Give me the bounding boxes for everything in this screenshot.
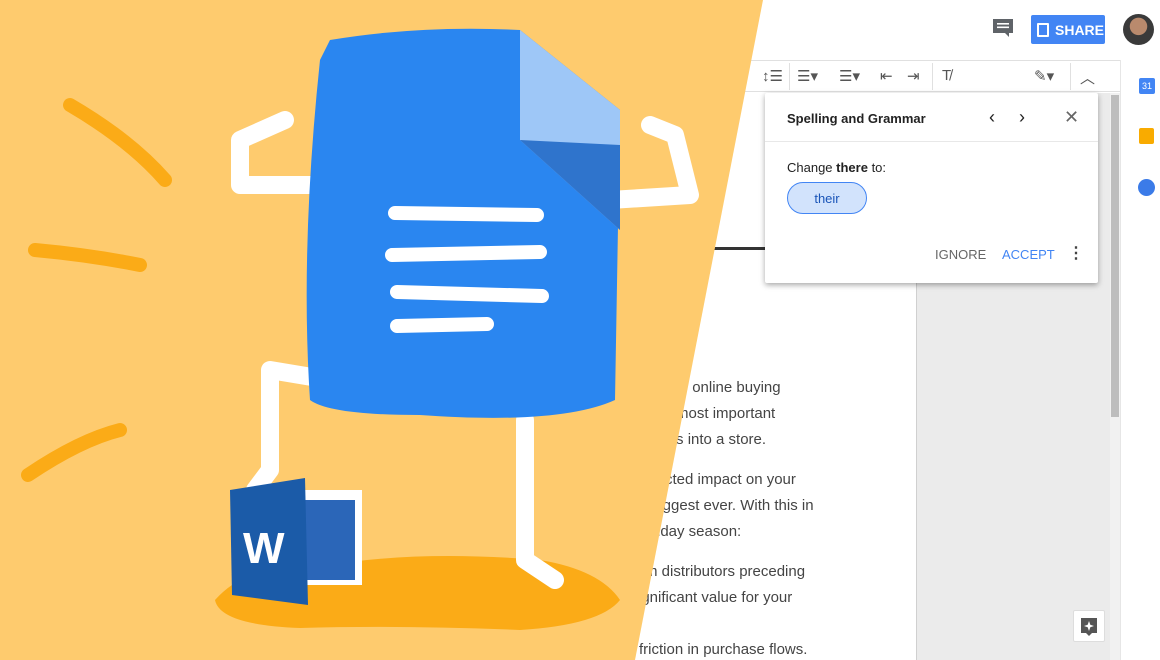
spelling-grammar-popup: Spelling and Grammar ‹ › ✕ Change there … — [765, 93, 1098, 283]
doc-line: friction in purchase flows. — [639, 641, 808, 658]
previous-chevron-icon[interactable]: ‹ — [989, 107, 995, 128]
shadow-splash — [215, 556, 620, 630]
text-lines — [385, 206, 549, 333]
explore-button[interactable] — [1073, 610, 1105, 642]
horizontal-rule — [700, 247, 770, 250]
editing-mode-pencil-icon[interactable]: ✎▾ — [1034, 67, 1054, 85]
ignore-button[interactable]: IGNORE — [935, 247, 986, 262]
share-lock-icon — [1037, 22, 1049, 37]
divider — [789, 63, 790, 90]
decrease-indent-icon[interactable]: ⇤ — [880, 67, 893, 85]
doc-line: biggest ever. With this in — [651, 497, 814, 514]
doc-line: ppers into a store. — [646, 431, 767, 448]
calendar-icon[interactable]: 31 — [1139, 78, 1155, 94]
change-prompt: Change there to: — [787, 160, 887, 175]
doc-line: ignificant value for your — [638, 589, 793, 606]
docs-character — [306, 28, 620, 418]
side-panel: 31 — [1120, 60, 1160, 660]
scrollbar-thumb[interactable] — [1111, 95, 1119, 417]
accept-button[interactable]: ACCEPT — [1002, 247, 1055, 262]
increase-indent-icon[interactable]: ⇥ — [907, 67, 920, 85]
explore-icon — [1081, 618, 1097, 636]
avatar[interactable] — [1123, 14, 1154, 45]
keep-icon[interactable] — [1139, 128, 1154, 144]
word-icon: W — [230, 478, 362, 605]
close-icon[interactable]: ✕ — [1064, 107, 1079, 128]
more-options-icon[interactable]: ⋮ — [1068, 243, 1084, 263]
doc-line: hen online buying — [663, 379, 781, 396]
bulleted-list-icon[interactable]: ☰▾ — [839, 67, 860, 85]
divider — [765, 141, 1098, 142]
numbered-list-icon[interactable]: ☰▾ — [797, 67, 818, 85]
doc-line: the most important — [651, 405, 776, 422]
burst-strokes — [21, 98, 172, 482]
toolbar: ↕☰ ☰▾ ☰▾ ⇤ ⇥ T̸ ✎▾ ︿ — [740, 60, 1120, 92]
divider — [1070, 63, 1071, 90]
svg-text:W: W — [243, 524, 285, 573]
divider — [932, 63, 933, 90]
top-bar — [0, 0, 1160, 60]
line-spacing-icon[interactable]: ↕☰ — [762, 67, 783, 85]
popup-title: Spelling and Grammar — [787, 111, 926, 126]
doc-line: cted impact on your — [665, 471, 796, 488]
doc-line: iday season: — [657, 523, 742, 540]
suggestion-chip[interactable]: their — [787, 182, 867, 214]
clear-formatting-icon[interactable]: T̸ — [942, 67, 951, 84]
collapse-chevron-up-icon[interactable]: ︿ — [1080, 67, 1095, 88]
share-button[interactable]: SHARE — [1031, 15, 1105, 44]
comment-icon[interactable] — [992, 18, 1014, 38]
doc-line: m distributors preceding — [645, 563, 806, 580]
tasks-icon[interactable] — [1138, 179, 1155, 196]
next-chevron-icon[interactable]: › — [1019, 107, 1025, 128]
